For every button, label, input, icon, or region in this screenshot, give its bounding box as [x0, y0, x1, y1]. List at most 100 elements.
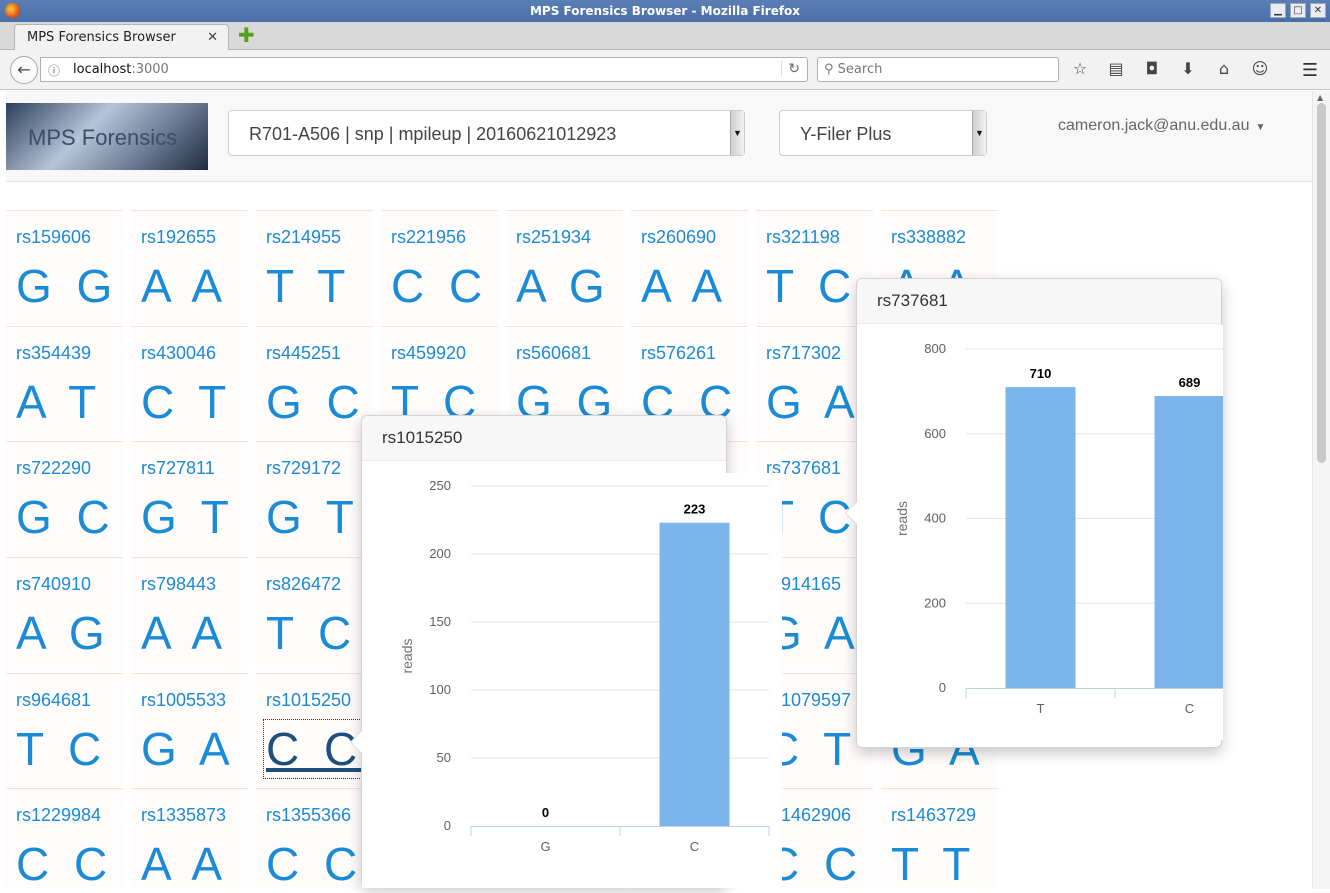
- emoji-icon[interactable]: ☺: [1248, 59, 1272, 78]
- genotype[interactable]: A T: [16, 375, 102, 429]
- snp-id[interactable]: rs1229984: [16, 805, 101, 826]
- snp-id[interactable]: rs260690: [641, 227, 716, 248]
- snp-cell[interactable]: rs192655 A A: [131, 210, 248, 324]
- snp-id[interactable]: rs251934: [516, 227, 591, 248]
- snp-cell[interactable]: rs354439 A T: [6, 326, 123, 440]
- snp-cell[interactable]: rs1335873 A A: [131, 788, 248, 889]
- search-input[interactable]: ⚲ Search: [817, 57, 1059, 82]
- snp-id[interactable]: rs826472: [266, 574, 341, 595]
- genotype[interactable]: A A: [141, 606, 228, 660]
- page-scrollbar[interactable]: ▲: [1312, 91, 1330, 889]
- genotype[interactable]: T C: [266, 606, 357, 660]
- genotype[interactable]: G T: [141, 490, 235, 544]
- genotype[interactable]: C C: [391, 259, 488, 313]
- snp-cell[interactable]: rs798443 A A: [131, 557, 248, 671]
- snp-id[interactable]: rs722290: [16, 458, 91, 479]
- snp-id[interactable]: rs740910: [16, 574, 91, 595]
- close-window-icon[interactable]: ✕: [1310, 3, 1326, 18]
- genotype[interactable]: G C: [16, 490, 116, 544]
- snp-id[interactable]: rs338882: [891, 227, 966, 248]
- snp-cell[interactable]: rs159606 G G: [6, 210, 123, 324]
- snp-cell[interactable]: rs251934 A G: [506, 210, 623, 324]
- scrollbar-thumb[interactable]: [1317, 103, 1326, 463]
- genotype[interactable]: T T: [891, 837, 976, 889]
- snp-id[interactable]: rs717302: [766, 343, 841, 364]
- genotype[interactable]: T C: [16, 722, 107, 776]
- snp-cell[interactable]: rs722290 G C: [6, 441, 123, 555]
- genotype[interactable]: G C: [266, 375, 366, 429]
- sample-select[interactable]: R701-A506 | snp | mpileup | 201606210129…: [228, 110, 745, 156]
- snp-id[interactable]: rs560681: [516, 343, 591, 364]
- snp-id[interactable]: rs354439: [16, 343, 91, 364]
- user-menu[interactable]: cameron.jack@anu.edu.au ▼: [1058, 117, 1265, 135]
- snp-id[interactable]: rs221956: [391, 227, 466, 248]
- snp-id[interactable]: rs1335873: [141, 805, 226, 826]
- snp-id[interactable]: rs214955: [266, 227, 341, 248]
- snp-cell[interactable]: rs1229984 C C: [6, 788, 123, 889]
- genotype[interactable]: G T: [266, 490, 360, 544]
- snp-id[interactable]: rs430046: [141, 343, 216, 364]
- snp-cell[interactable]: rs430046 C T: [131, 326, 248, 440]
- snp-id[interactable]: rs729172: [266, 458, 341, 479]
- genotype[interactable]: A A: [141, 837, 228, 889]
- snp-cell[interactable]: rs1005533 G A: [131, 673, 248, 787]
- snp-id[interactable]: rs1463729: [891, 805, 976, 826]
- snp-cell[interactable]: rs1463729 T T: [881, 788, 998, 889]
- new-tab-icon[interactable]: ✚: [238, 25, 258, 45]
- hamburger-menu-icon[interactable]: ☰: [1302, 60, 1318, 81]
- url-bar[interactable]: ⓘ localhost:3000 ↻: [40, 57, 808, 82]
- close-tab-icon[interactable]: ✕: [207, 30, 218, 45]
- snp-cell[interactable]: rs964681 T C: [6, 673, 123, 787]
- snp-id[interactable]: rs727811: [141, 458, 215, 479]
- snp-cell[interactable]: rs729172 G T: [256, 441, 373, 555]
- snp-cell[interactable]: rs221956 C C: [381, 210, 498, 324]
- maximize-icon[interactable]: □: [1290, 3, 1306, 18]
- snp-cell[interactable]: rs214955 T T: [256, 210, 373, 324]
- genotype[interactable]: C C: [266, 837, 363, 889]
- genotype[interactable]: G A: [766, 375, 861, 429]
- snp-cell[interactable]: rs445251 G C: [256, 326, 373, 440]
- snp-id[interactable]: rs1005533: [141, 690, 226, 711]
- genotype[interactable]: G G: [16, 259, 118, 313]
- genotype[interactable]: G A: [141, 722, 236, 776]
- snp-cell[interactable]: rs260690 A A: [631, 210, 748, 324]
- tab-mps-forensics[interactable]: MPS Forensics Browser ✕: [14, 24, 229, 50]
- genotype[interactable]: A A: [641, 259, 728, 313]
- scroll-up-icon[interactable]: ▲: [1317, 93, 1323, 102]
- pocket-icon[interactable]: ◘: [1140, 59, 1164, 78]
- reload-icon[interactable]: ↻: [781, 61, 800, 77]
- panel-dropdown-arrow-icon[interactable]: ▼: [972, 111, 986, 155]
- snp-id[interactable]: rs321198: [766, 227, 840, 248]
- snp-cell[interactable]: rs826472 T C: [256, 557, 373, 671]
- genotype[interactable]: C C: [16, 837, 113, 889]
- snp-id[interactable]: rs459920: [391, 343, 466, 364]
- snp-id[interactable]: rs192655: [141, 227, 216, 248]
- snp-cell[interactable]: rs727811 G T: [131, 441, 248, 555]
- sample-dropdown-arrow-icon[interactable]: ▼: [730, 111, 744, 155]
- genotype[interactable]: A G: [16, 606, 111, 660]
- snp-id[interactable]: rs1015250: [266, 690, 351, 711]
- snp-id[interactable]: rs798443: [141, 574, 216, 595]
- bookmark-star-icon[interactable]: ☆: [1068, 59, 1092, 78]
- snp-cell[interactable]: rs1355366 C C: [256, 788, 373, 889]
- info-icon[interactable]: ⓘ: [48, 62, 60, 79]
- genotype[interactable]: C T: [141, 375, 232, 429]
- genotype[interactable]: C C: [262, 719, 367, 779]
- genotype[interactable]: T T: [266, 259, 351, 313]
- download-icon[interactable]: ⬇: [1176, 59, 1200, 78]
- genotype[interactable]: A A: [141, 259, 228, 313]
- back-arrow-icon[interactable]: ←: [10, 56, 38, 84]
- snp-id[interactable]: rs1355366: [266, 805, 351, 826]
- snp-id[interactable]: rs445251: [266, 343, 341, 364]
- snp-id[interactable]: rs964681: [16, 690, 91, 711]
- panel-select[interactable]: Y-Filer Plus ▼: [779, 110, 987, 156]
- genotype[interactable]: T C: [766, 259, 857, 313]
- reading-list-icon[interactable]: ▤: [1104, 59, 1128, 78]
- home-icon[interactable]: ⌂: [1212, 59, 1236, 78]
- minimize-icon[interactable]: ▁: [1270, 3, 1286, 18]
- snp-id[interactable]: rs576261: [641, 343, 716, 364]
- app-logo[interactable]: MPS Forensics: [6, 103, 208, 170]
- snp-cell[interactable]: rs740910 A G: [6, 557, 123, 671]
- snp-id[interactable]: rs159606: [16, 227, 91, 248]
- genotype[interactable]: A G: [516, 259, 611, 313]
